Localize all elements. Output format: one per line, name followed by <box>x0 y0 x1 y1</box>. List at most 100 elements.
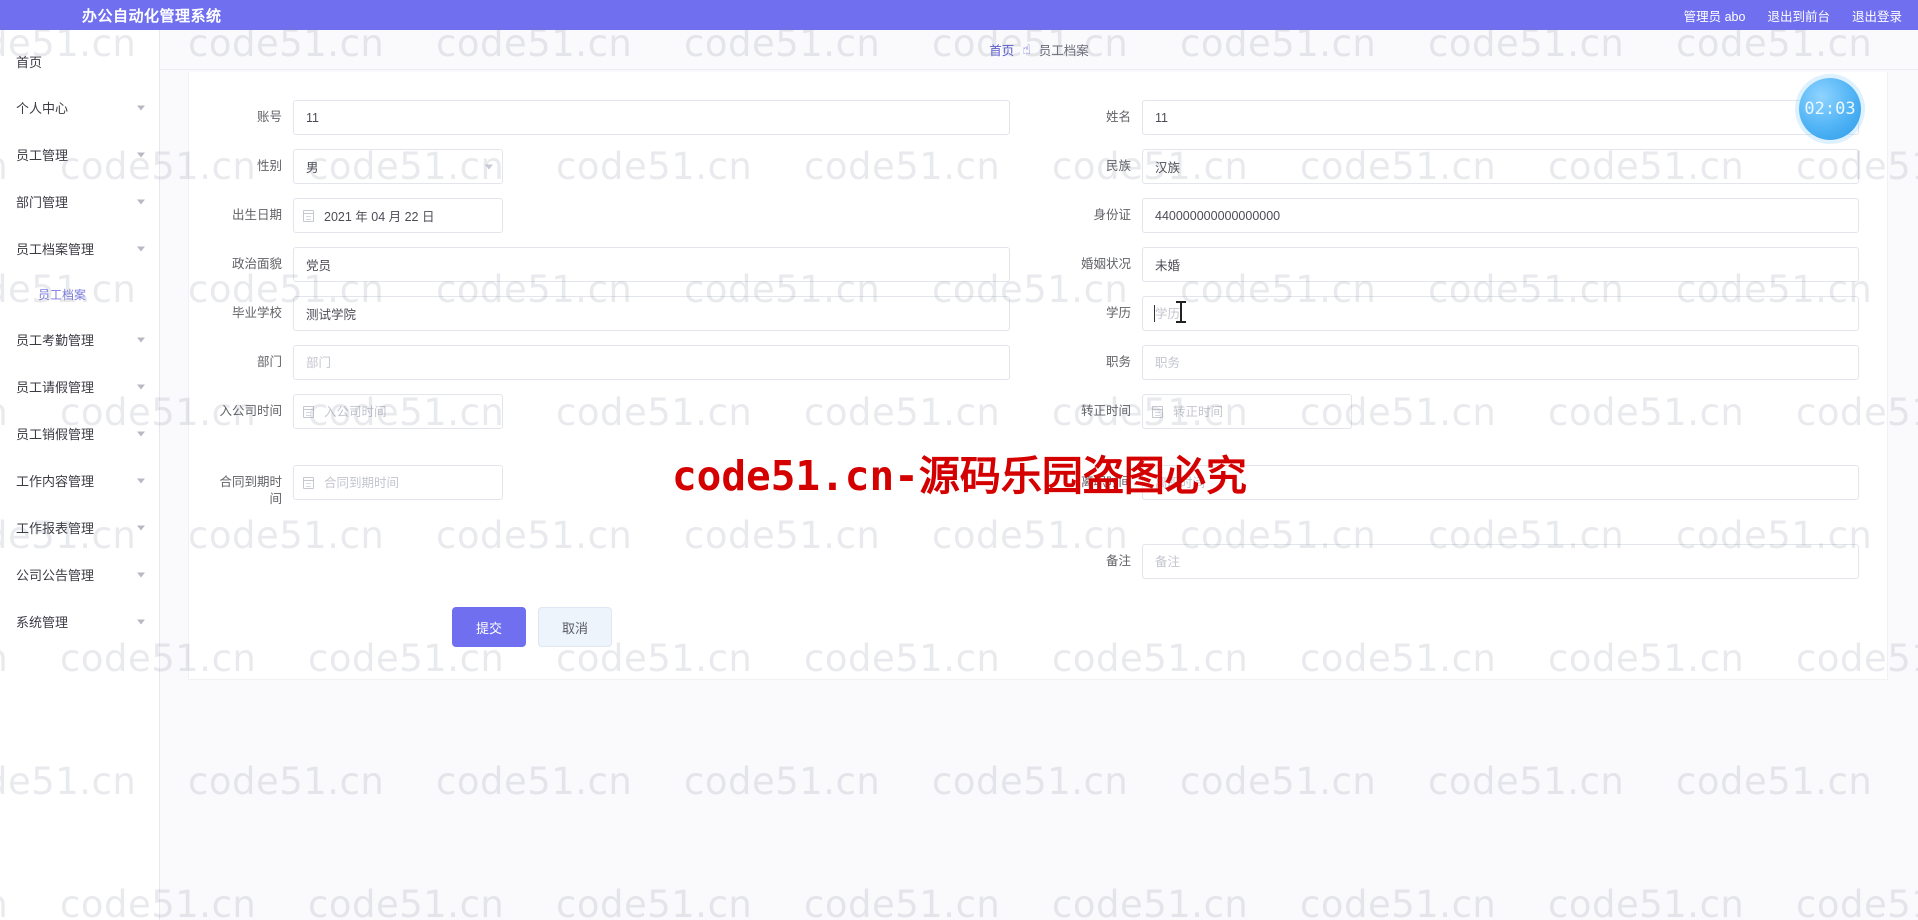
chevron-down-icon <box>137 246 145 251</box>
text-input[interactable] <box>1142 544 1859 579</box>
date-picker[interactable] <box>293 465 503 500</box>
text-input[interactable] <box>1142 149 1859 184</box>
app-title: 办公自动化管理系统 <box>82 7 222 25</box>
field-label: 民族 <box>1105 159 1131 173</box>
form-field-right-0: 姓名 <box>1038 100 1887 135</box>
current-user-label: 管理员 abo <box>1683 9 1746 24</box>
form-row: 账号 姓名 <box>189 100 1887 149</box>
sidebar-item-3[interactable]: 部门管理 <box>0 178 159 225</box>
countdown-timer-badge[interactable]: 02:03 <box>1799 78 1861 140</box>
text-input[interactable] <box>1142 345 1859 380</box>
submit-button[interactable]: 提交 <box>452 607 526 647</box>
sidebar-item-label: 系统管理 <box>16 615 69 630</box>
field-control-wrap <box>293 296 1010 331</box>
app-root: code51.cncode51.cncode51.cncode51.cncode… <box>0 0 1918 920</box>
text-input[interactable] <box>1142 296 1859 331</box>
chevron-down-icon <box>137 105 145 110</box>
cancel-button[interactable]: 取消 <box>538 607 612 647</box>
field-label: 职务 <box>1105 355 1131 369</box>
form-field-left-4: 毕业学校 <box>189 296 1038 331</box>
chevron-down-icon <box>137 619 145 624</box>
sidebar-item-8[interactable]: 工作内容管理 <box>0 457 159 504</box>
sidebar-item-label: 公司公告管理 <box>16 568 95 583</box>
logout-link[interactable]: 退出登录 <box>1852 6 1902 25</box>
chevron-down-icon <box>137 525 145 530</box>
sidebar-item-5[interactable]: 员工考勤管理 <box>0 316 159 363</box>
date-input[interactable] <box>293 394 503 429</box>
chevron-down-icon <box>137 572 145 577</box>
field-control-wrap <box>1142 544 1859 579</box>
exit-to-frontend-link[interactable]: 退出到前台 <box>1767 6 1830 25</box>
form-field-right-8: 备注 <box>1038 544 1887 579</box>
form-field-left-3: 政治面貌 <box>189 247 1038 282</box>
breadcrumb-home[interactable]: 首页 <box>989 40 1014 59</box>
form-actions: 提交 取消 <box>189 607 1887 647</box>
field-label: 账号 <box>256 110 282 124</box>
form-field-right-5: 职务 <box>1038 345 1887 380</box>
field-control-wrap <box>293 345 1010 380</box>
sidebar-item-7[interactable]: 员工销假管理 <box>0 410 159 457</box>
sidebar-item-9[interactable]: 工作报表管理 <box>0 504 159 551</box>
form-field-right-4: 学历 <box>1038 296 1887 331</box>
field-label: 身份证 <box>1093 208 1131 222</box>
sidebar-item-1[interactable]: 个人中心 <box>0 84 159 131</box>
field-label: 姓名 <box>1105 110 1131 124</box>
form-field-left-6: 入公司时间 <box>189 394 1038 429</box>
sidebar-item-4[interactable]: 员工档案管理 <box>0 225 159 272</box>
text-input[interactable] <box>293 100 1010 135</box>
text-input[interactable] <box>293 345 1010 380</box>
pointing-hand-icon: ☝ <box>1022 41 1031 57</box>
breadcrumb: 首页 ☝ 员工档案 <box>989 40 1089 59</box>
field-control-wrap <box>293 149 1010 184</box>
gender-select[interactable] <box>293 149 503 184</box>
form-field-left-1: 性别 <box>189 149 1038 184</box>
sidebar-item-label: 个人中心 <box>16 101 69 116</box>
sidebar-item-label: 部门管理 <box>16 195 69 210</box>
sidebar-item-0[interactable]: 首页 <box>0 38 159 84</box>
sidebar-nav: 首页个人中心员工管理部门管理员工档案管理 员工档案 员工考勤管理 员工请假管理员工销假… <box>0 30 160 920</box>
chevron-down-icon <box>137 152 145 157</box>
field-label: 部门 <box>256 355 282 369</box>
sidebar-item-label: 首页 <box>16 54 43 70</box>
field-label: 学历 <box>1105 306 1131 320</box>
top-header: 办公自动化管理系统 管理员 abo 退出到前台 退出登录 <box>0 0 1918 30</box>
sidebar-item-2[interactable]: 员工管理 <box>0 131 159 178</box>
field-control-wrap <box>293 394 1010 429</box>
text-input[interactable] <box>1142 198 1859 233</box>
date-input[interactable] <box>1142 394 1352 429</box>
sidebar-subitem-employee-archive[interactable]: 员工档案 <box>0 272 159 316</box>
header-actions: 管理员 abo 退出到前台 退出登录 <box>1684 6 1902 25</box>
text-input[interactable] <box>293 247 1010 282</box>
date-picker[interactable] <box>1142 394 1352 429</box>
text-input[interactable] <box>1142 247 1859 282</box>
form-row: 部门 职务 <box>189 345 1887 394</box>
field-control-wrap <box>1142 296 1859 331</box>
form-field-right-1: 民族 <box>1038 149 1887 184</box>
sidebar-item-10[interactable]: 公司公告管理 <box>0 551 159 598</box>
field-label: 政治面貌 <box>231 257 282 271</box>
text-input[interactable] <box>1142 465 1859 500</box>
text-input[interactable] <box>1142 100 1859 135</box>
mouse-cursor-icon <box>1176 301 1186 323</box>
date-input[interactable] <box>293 198 503 233</box>
chevron-down-icon <box>137 337 145 342</box>
sidebar-item-label: 员工销假管理 <box>16 427 95 442</box>
date-picker[interactable] <box>293 198 503 233</box>
form-col-empty <box>189 544 1038 579</box>
field-control-wrap <box>1142 100 1859 135</box>
field-control-wrap <box>1142 198 1859 233</box>
sidebar-item-6[interactable]: 员工请假管理 <box>0 363 159 410</box>
field-control-wrap <box>1142 149 1859 184</box>
field-label: 婚姻状况 <box>1080 257 1131 271</box>
date-input[interactable] <box>293 465 503 500</box>
field-label: 毕业学校 <box>231 306 282 320</box>
date-picker[interactable] <box>293 394 503 429</box>
form-row: 性别 民族 <box>189 149 1887 198</box>
breadcrumb-bar: 首页 ☝ 员工档案 <box>160 30 1918 70</box>
sidebar-item-11[interactable]: 系统管理 <box>0 598 159 645</box>
select-value-input[interactable] <box>293 149 503 184</box>
field-control-wrap <box>293 247 1010 282</box>
breadcrumb-current: 员工档案 <box>1038 44 1089 58</box>
field-control-wrap <box>293 100 1010 135</box>
text-input[interactable] <box>293 296 1010 331</box>
